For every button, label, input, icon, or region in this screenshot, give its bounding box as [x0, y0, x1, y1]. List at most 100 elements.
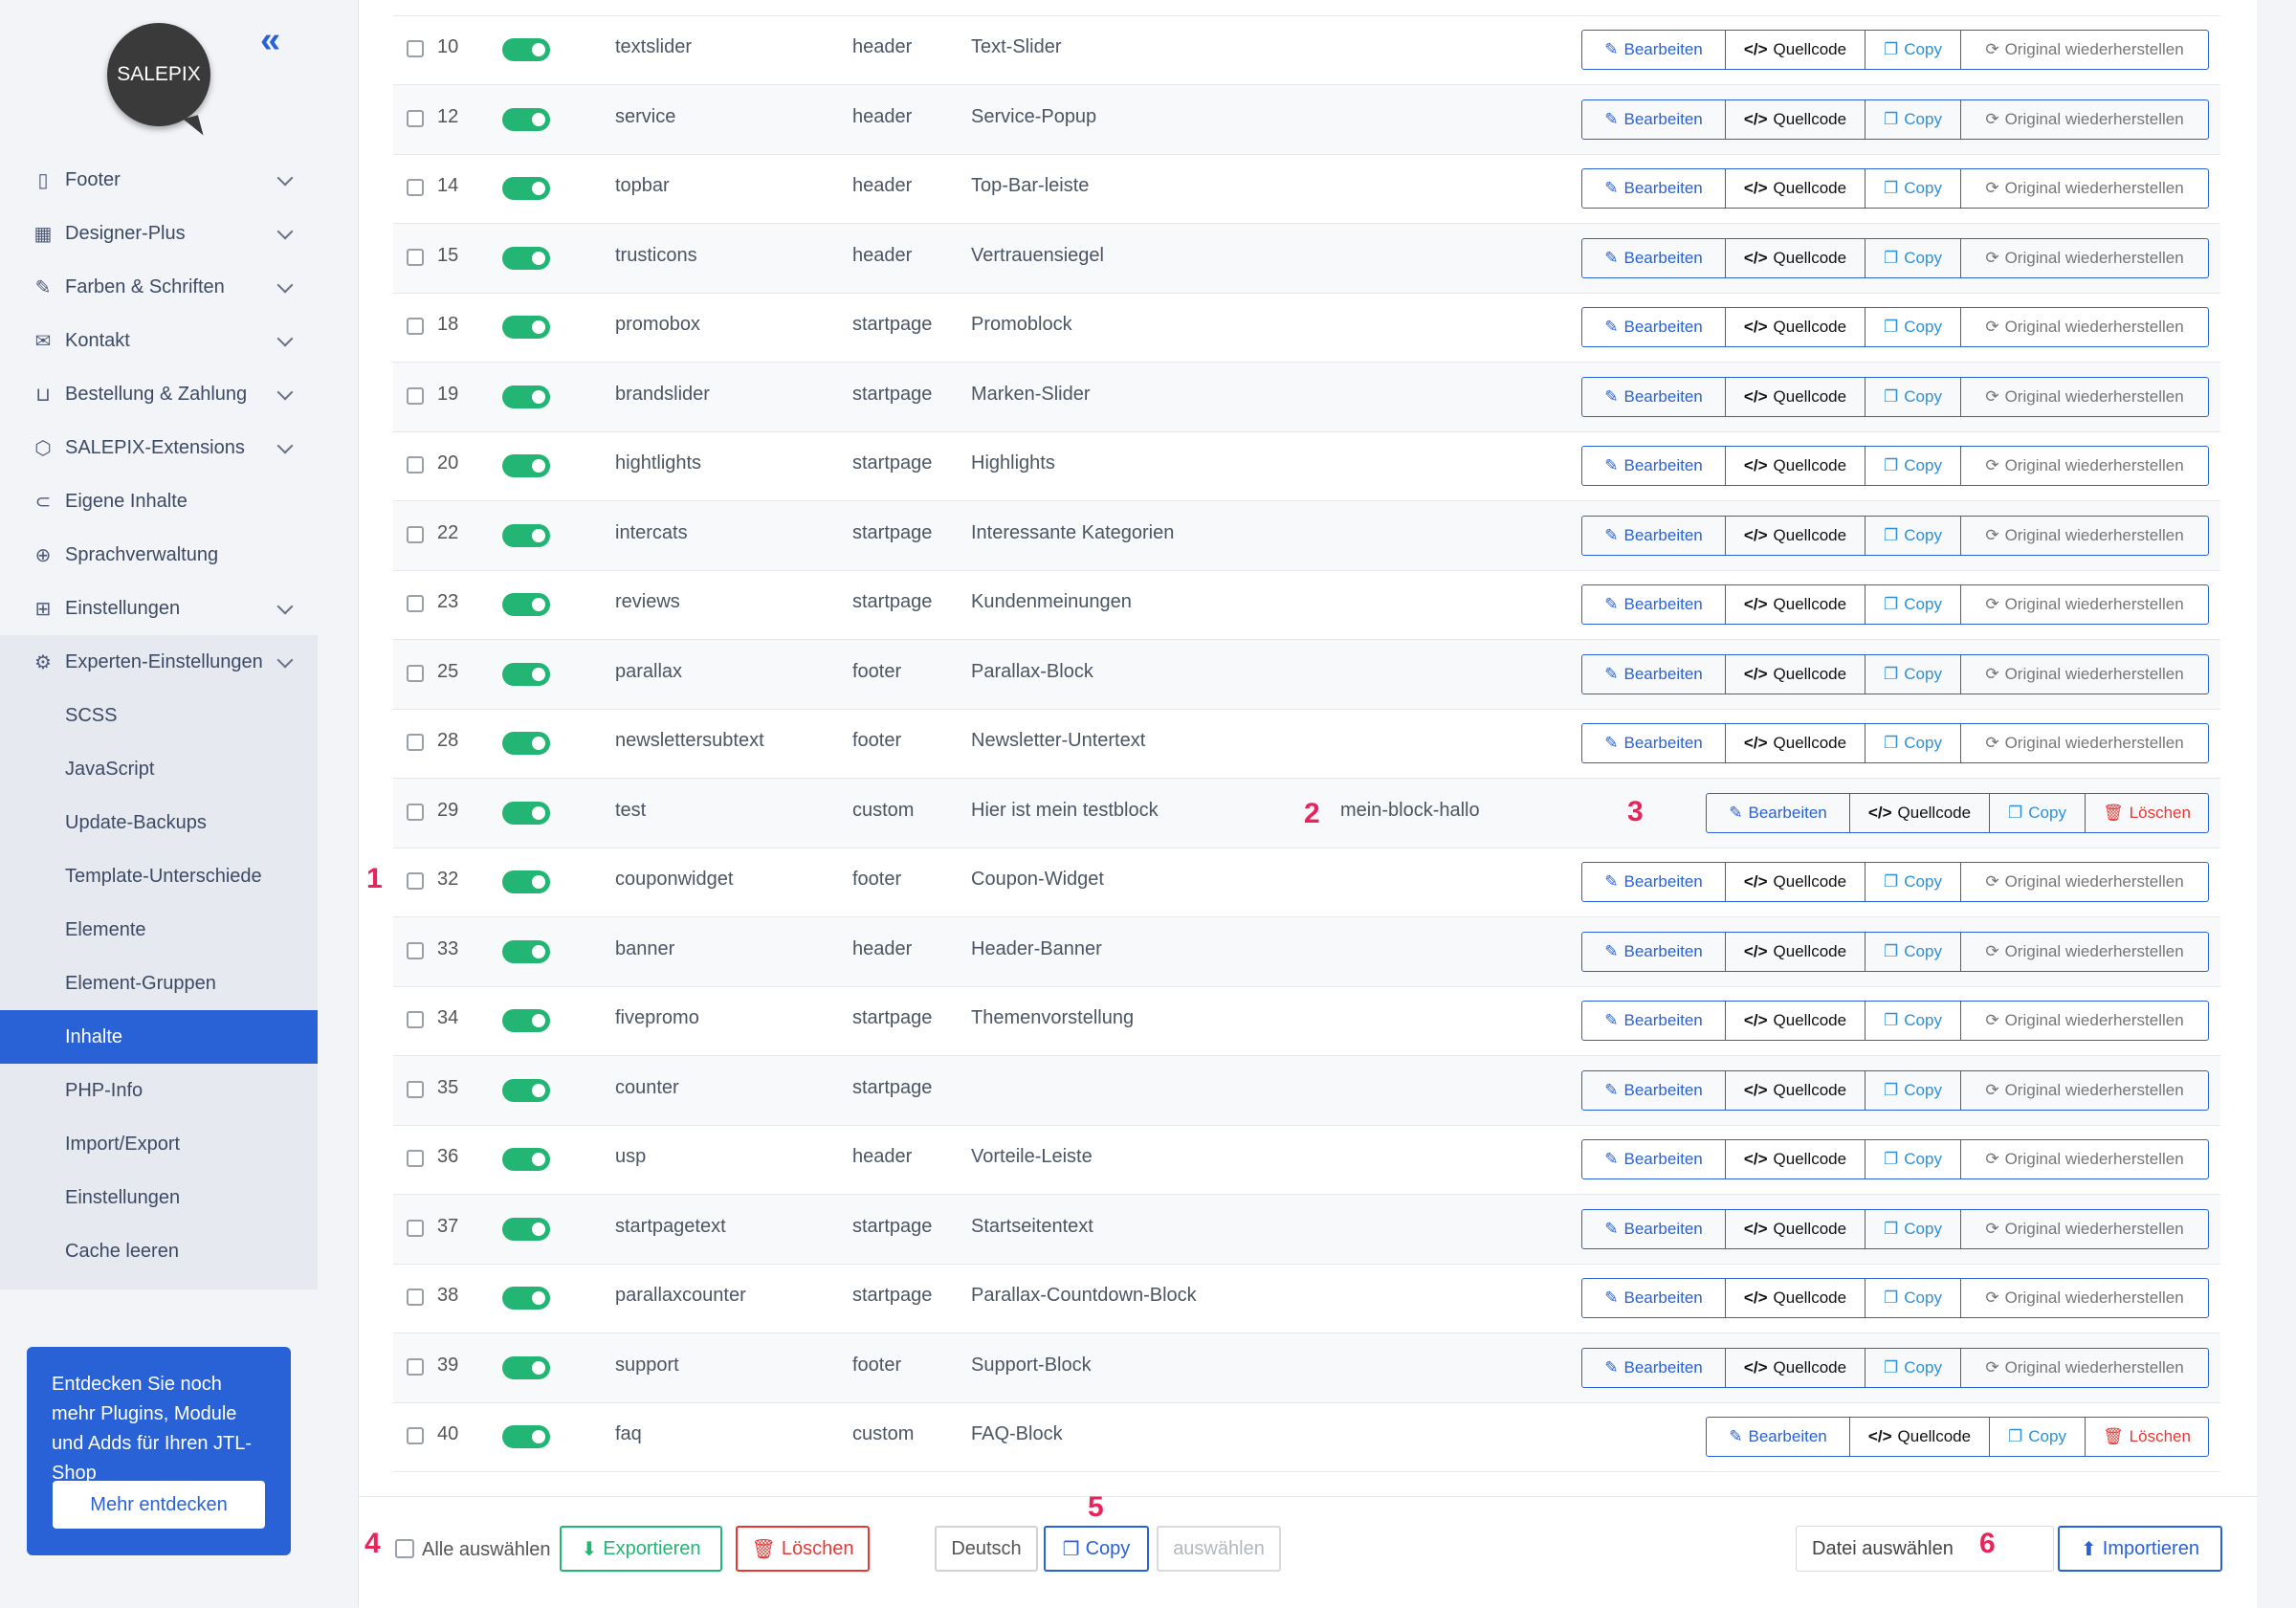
- edit-button[interactable]: ✎ Bearbeiten: [1582, 1209, 1726, 1248]
- row-checkbox[interactable]: [407, 318, 424, 335]
- edit-button[interactable]: ✎ Bearbeiten: [1582, 31, 1726, 69]
- restore-original-button[interactable]: ⟳ Original wiederherstellen: [1961, 517, 2208, 555]
- active-toggle[interactable]: [502, 1217, 550, 1241]
- active-toggle[interactable]: [502, 454, 550, 477]
- salepix-logo[interactable]: SALEPIX: [107, 23, 210, 126]
- source-code-button[interactable]: </> Quellcode: [1726, 1348, 1866, 1387]
- active-toggle[interactable]: [502, 593, 550, 616]
- source-code-button[interactable]: </> Quellcode: [1726, 1209, 1866, 1248]
- copy-button[interactable]: ❐ Copy: [1866, 1348, 1961, 1387]
- file-input[interactable]: Datei auswählen: [1796, 1526, 2054, 1572]
- active-toggle[interactable]: [502, 939, 550, 963]
- sidebar-item[interactable]: ▯ Footer: [0, 153, 318, 207]
- source-code-button[interactable]: </> Quellcode: [1726, 585, 1866, 624]
- sidebar-subitem[interactable]: Einstellungen: [0, 1171, 318, 1224]
- restore-original-button[interactable]: ⟳ Original wiederherstellen: [1961, 585, 2208, 624]
- edit-button[interactable]: ✎ Bearbeiten: [1582, 1140, 1726, 1178]
- active-toggle[interactable]: [502, 107, 550, 131]
- row-checkbox[interactable]: [407, 803, 424, 821]
- sidebar-item[interactable]: ⬡ SALEPIX-Extensions: [0, 421, 318, 474]
- edit-button[interactable]: ✎ Bearbeiten: [1582, 1002, 1726, 1040]
- restore-original-button[interactable]: ⟳ Original wiederherstellen: [1961, 1140, 2208, 1178]
- source-code-button[interactable]: </> Quellcode: [1726, 1002, 1866, 1040]
- delete-button[interactable]: 🗑 Löschen: [2086, 794, 2208, 832]
- collapse-sidebar-icon[interactable]: «: [260, 22, 280, 58]
- copy-button[interactable]: ❐ Copy: [1866, 447, 1961, 485]
- source-code-button[interactable]: </> Quellcode: [1726, 932, 1866, 971]
- row-checkbox[interactable]: [407, 1219, 424, 1237]
- edit-button[interactable]: ✎ Bearbeiten: [1582, 516, 1726, 555]
- edit-button[interactable]: ✎ Bearbeiten: [1582, 1279, 1726, 1317]
- sidebar-subitem[interactable]: Cache leeren: [0, 1224, 318, 1278]
- row-checkbox[interactable]: [407, 734, 424, 751]
- copy-button[interactable]: ❐ Copy: [1866, 863, 1961, 901]
- sidebar-subitem[interactable]: Element-Gruppen: [0, 957, 318, 1010]
- source-code-button[interactable]: </> Quellcode: [1726, 377, 1866, 416]
- edit-button[interactable]: ✎ Bearbeiten: [1582, 238, 1726, 277]
- copy-button[interactable]: ❐ Copy: [1866, 585, 1961, 624]
- copy-button[interactable]: ❐ Copy: [1990, 793, 2086, 832]
- active-toggle[interactable]: [502, 1009, 550, 1032]
- export-button[interactable]: ⬇ Exportieren: [560, 1526, 722, 1572]
- source-code-button[interactable]: </> Quellcode: [1726, 1070, 1866, 1110]
- active-toggle[interactable]: [502, 316, 550, 339]
- edit-button[interactable]: ✎ Bearbeiten: [1582, 863, 1726, 901]
- sidebar-item[interactable]: ✎ Farben & Schriften: [0, 260, 318, 314]
- row-checkbox[interactable]: [407, 595, 424, 612]
- row-checkbox[interactable]: [407, 525, 424, 543]
- row-checkbox[interactable]: [407, 179, 424, 196]
- sidebar-item[interactable]: ⊞ Einstellungen: [0, 582, 318, 635]
- sidebar-subitem[interactable]: Update-Backups: [0, 796, 318, 849]
- row-checkbox[interactable]: [407, 1011, 424, 1028]
- restore-original-button[interactable]: ⟳ Original wiederherstellen: [1961, 378, 2208, 416]
- active-toggle[interactable]: [502, 801, 550, 825]
- active-toggle[interactable]: [502, 523, 550, 547]
- source-code-button[interactable]: </> Quellcode: [1726, 1140, 1866, 1178]
- edit-button[interactable]: ✎ Bearbeiten: [1582, 377, 1726, 416]
- source-code-button[interactable]: </> Quellcode: [1850, 793, 1990, 832]
- sidebar-item[interactable]: ⊕ Sprachverwaltung: [0, 528, 318, 582]
- row-checkbox[interactable]: [407, 456, 424, 474]
- edit-button[interactable]: ✎ Bearbeiten: [1582, 724, 1726, 762]
- source-code-button[interactable]: </> Quellcode: [1726, 447, 1866, 485]
- restore-original-button[interactable]: ⟳ Original wiederherstellen: [1961, 655, 2208, 694]
- sidebar-item[interactable]: ▦ Designer-Plus: [0, 207, 318, 260]
- source-code-button[interactable]: </> Quellcode: [1726, 516, 1866, 555]
- active-toggle[interactable]: [502, 1287, 550, 1310]
- restore-original-button[interactable]: ⟳ Original wiederherstellen: [1961, 1279, 2208, 1317]
- sidebar-subitem[interactable]: Import/Export: [0, 1117, 318, 1171]
- sidebar-subitem[interactable]: PHP-Info: [0, 1064, 318, 1117]
- active-toggle[interactable]: [502, 177, 550, 200]
- bulk-delete-button[interactable]: 🗑 Löschen: [736, 1526, 870, 1572]
- sidebar-subitem[interactable]: Elemente: [0, 903, 318, 957]
- source-code-button[interactable]: </> Quellcode: [1726, 308, 1866, 346]
- edit-button[interactable]: ✎ Bearbeiten: [1582, 99, 1726, 139]
- select-all-checkbox[interactable]: [395, 1539, 414, 1558]
- sidebar-subitem[interactable]: JavaScript: [0, 742, 318, 796]
- copy-button[interactable]: ❐ Copy: [1866, 238, 1961, 277]
- copy-button[interactable]: ❐ Copy: [1990, 1418, 2086, 1456]
- copy-button[interactable]: ❐ Copy: [1866, 31, 1961, 69]
- row-checkbox[interactable]: [407, 386, 424, 405]
- active-toggle[interactable]: [502, 1078, 550, 1102]
- sidebar-item[interactable]: ⚙ Experten-Einstellungen: [0, 635, 318, 689]
- copy-button[interactable]: ❐ Copy: [1866, 169, 1961, 208]
- copy-button[interactable]: ❐ Copy: [1866, 99, 1961, 139]
- discover-more-button[interactable]: Mehr entdecken: [53, 1481, 265, 1529]
- restore-original-button[interactable]: ⟳ Original wiederherstellen: [1961, 1002, 2208, 1040]
- sidebar-item[interactable]: ✉ Kontakt: [0, 314, 318, 367]
- restore-original-button[interactable]: ⟳ Original wiederherstellen: [1961, 308, 2208, 346]
- restore-original-button[interactable]: ⟳ Original wiederherstellen: [1961, 863, 2208, 901]
- bulk-copy-button[interactable]: ❐ Copy: [1044, 1526, 1149, 1572]
- restore-original-button[interactable]: ⟳ Original wiederherstellen: [1961, 933, 2208, 971]
- row-checkbox[interactable]: [407, 1357, 424, 1376]
- sidebar-subitem[interactable]: SCSS: [0, 689, 318, 742]
- row-checkbox[interactable]: [407, 1150, 424, 1167]
- source-code-button[interactable]: </> Quellcode: [1726, 169, 1866, 208]
- active-toggle[interactable]: [502, 385, 550, 408]
- source-code-button[interactable]: </> Quellcode: [1726, 654, 1866, 694]
- copy-button[interactable]: ❐ Copy: [1866, 377, 1961, 416]
- edit-button[interactable]: ✎ Bearbeiten: [1707, 1418, 1850, 1456]
- row-checkbox[interactable]: [407, 248, 424, 266]
- copy-button[interactable]: ❐ Copy: [1866, 1279, 1961, 1317]
